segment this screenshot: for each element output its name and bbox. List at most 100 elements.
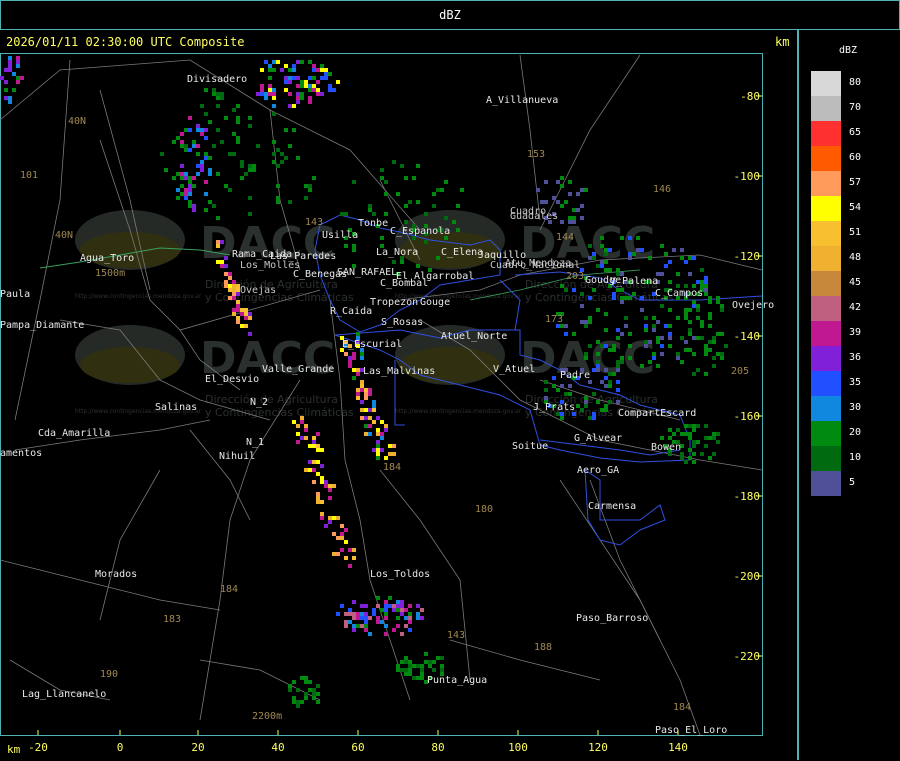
- radar-echo: [636, 236, 640, 240]
- place-label: Valle_Grande: [262, 364, 334, 375]
- radar-echo: [316, 88, 320, 92]
- radar-echo: [388, 604, 392, 608]
- road: [559, 479, 701, 736]
- radar-echo: [8, 60, 12, 64]
- radar-echo: [684, 424, 688, 428]
- radar-echo: [384, 180, 388, 184]
- radar-map-panel[interactable]: DACC Dirección de Agricultura y Contingenc…: [0, 29, 798, 760]
- radar-echo: [336, 552, 340, 556]
- radar-echo: [300, 84, 304, 88]
- place-label: J_Prats: [533, 402, 575, 413]
- radar-echo: [572, 332, 576, 336]
- radar-echo: [396, 608, 400, 612]
- route-number: 180: [475, 504, 493, 515]
- radar-echo: [424, 240, 428, 244]
- place-label: Atu_Mendoza: [505, 258, 571, 269]
- radar-echo: [384, 616, 388, 620]
- radar-echo: [300, 676, 304, 680]
- radar-echo: [656, 336, 660, 340]
- radar-echo: [260, 92, 264, 96]
- radar-echo: [244, 172, 248, 176]
- radar-echo: [696, 368, 700, 372]
- radar-echo: [348, 364, 352, 368]
- radar-echo: [236, 116, 240, 120]
- radar-echo: [376, 616, 380, 620]
- radar-echo: [296, 704, 300, 708]
- radar-echo: [384, 608, 388, 612]
- place-label: El_Algarrobal: [396, 271, 474, 282]
- radar-echo: [280, 160, 284, 164]
- radar-map[interactable]: DACCDirección de Agriculturay Contingenc…: [0, 29, 797, 760]
- radar-echo: [568, 216, 572, 220]
- radar-echo: [176, 172, 180, 176]
- radar-echo: [360, 616, 364, 620]
- radar-echo: [364, 616, 368, 620]
- radar-echo: [604, 384, 608, 388]
- radar-echo: [600, 260, 604, 264]
- radar-echo: [296, 60, 300, 64]
- radar-echo: [180, 192, 184, 196]
- radar-echo: [328, 516, 332, 520]
- radar-echo: [584, 396, 588, 400]
- radar-echo: [348, 612, 352, 616]
- radar-echo: [432, 660, 436, 664]
- radar-echo: [412, 176, 416, 180]
- radar-echo: [648, 256, 652, 260]
- radar-echo: [16, 56, 20, 60]
- radar-echo: [348, 548, 352, 552]
- radar-echo: [704, 348, 708, 352]
- radar-echo: [392, 444, 396, 448]
- radar-echo: [596, 360, 600, 364]
- radar-echo: [0, 76, 4, 80]
- radar-echo: [232, 152, 236, 156]
- radar-echo: [696, 440, 700, 444]
- legend-swatch: [811, 96, 841, 121]
- radar-echo: [568, 392, 572, 396]
- legend-value: 65: [849, 127, 862, 138]
- radar-echo: [428, 664, 432, 668]
- radar-echo: [380, 448, 384, 452]
- radar-echo: [288, 68, 292, 72]
- radar-echo: [184, 128, 188, 132]
- radar-echo: [680, 256, 684, 260]
- radar-echo: [228, 296, 232, 300]
- place-label: La_Nora: [376, 247, 418, 258]
- radar-echo: [320, 512, 324, 516]
- legend-swatch: [811, 171, 841, 196]
- radar-echo: [188, 176, 192, 180]
- legend-entry: 39: [811, 321, 891, 346]
- radar-echo: [324, 524, 328, 528]
- radar-echo: [208, 168, 212, 172]
- radar-echo: [384, 424, 388, 428]
- x-tick-label: 100: [508, 741, 528, 754]
- radar-echo: [348, 564, 352, 568]
- place-label: C_Elena: [441, 247, 483, 258]
- radar-echo: [704, 280, 708, 284]
- radar-echo: [232, 312, 236, 316]
- radar-echo: [716, 332, 720, 336]
- radar-echo: [332, 532, 336, 536]
- radar-echo: [604, 268, 608, 272]
- radar-echo: [624, 324, 628, 328]
- radar-echo: [312, 444, 316, 448]
- radar-echo: [384, 604, 388, 608]
- radar-echo: [652, 324, 656, 328]
- radar-echo: [396, 668, 400, 672]
- radar-echo: [376, 444, 380, 448]
- radar-echo: [404, 656, 408, 660]
- radar-echo: [8, 68, 12, 72]
- radar-echo: [248, 332, 252, 336]
- radar-echo: [220, 264, 224, 268]
- radar-echo: [8, 56, 12, 60]
- radar-echo: [360, 604, 364, 608]
- legend-value: 30: [849, 402, 862, 413]
- radar-echo: [696, 280, 700, 284]
- radar-echo: [380, 620, 384, 624]
- radar-echo: [356, 332, 360, 336]
- radar-echo: [644, 316, 648, 320]
- radar-echo: [204, 192, 208, 196]
- radar-echo: [316, 500, 320, 504]
- radar-echo: [680, 336, 684, 340]
- place-label: Aero_GA: [577, 465, 619, 476]
- legend-value: 60: [849, 152, 862, 163]
